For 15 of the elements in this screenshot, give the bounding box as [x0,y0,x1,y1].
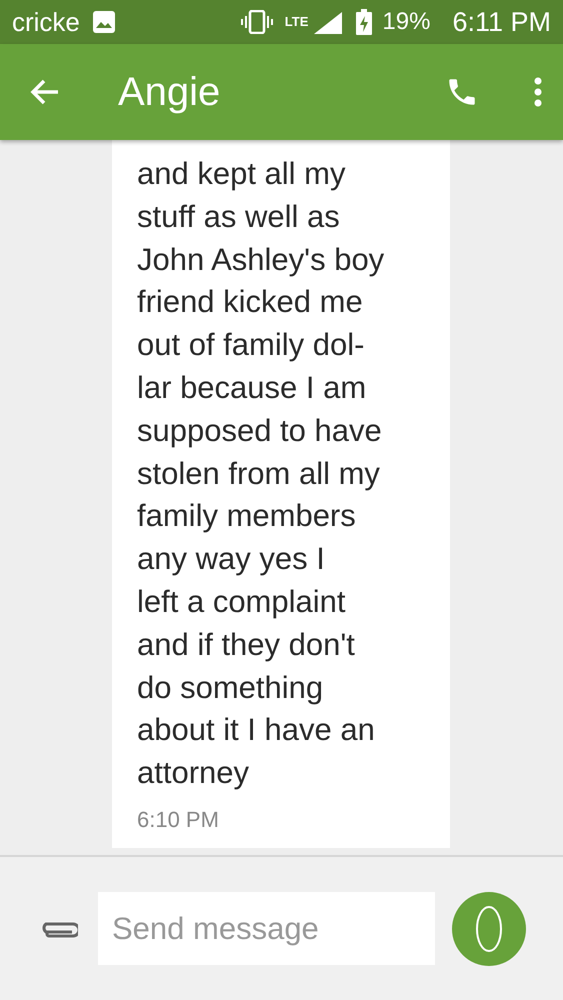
clock: 6:11 PM [452,6,551,39]
network-type: LTE [284,13,308,32]
battery-level: 19% [382,7,430,37]
message-field[interactable]: Send message [98,892,435,965]
contact-name: Angie [118,69,220,116]
battery-icon [356,9,372,35]
message-time: 6:10 PM [137,806,219,834]
vibrate-icon [240,10,273,34]
message-text: and kept all my stuff as well as John Ashley's boy friend kicked me out of family dol- lar because I am supposed to have stolen from all my family members any way yes I left a complaint and if they don't do something about it I have an attorney [137,155,386,792]
carrier-name: cricke [12,6,80,38]
image-icon [92,10,116,34]
oval-icon [475,904,503,952]
more-menu-icon[interactable] [533,77,543,107]
signal-icon [314,10,342,34]
back-icon[interactable] [30,79,60,105]
